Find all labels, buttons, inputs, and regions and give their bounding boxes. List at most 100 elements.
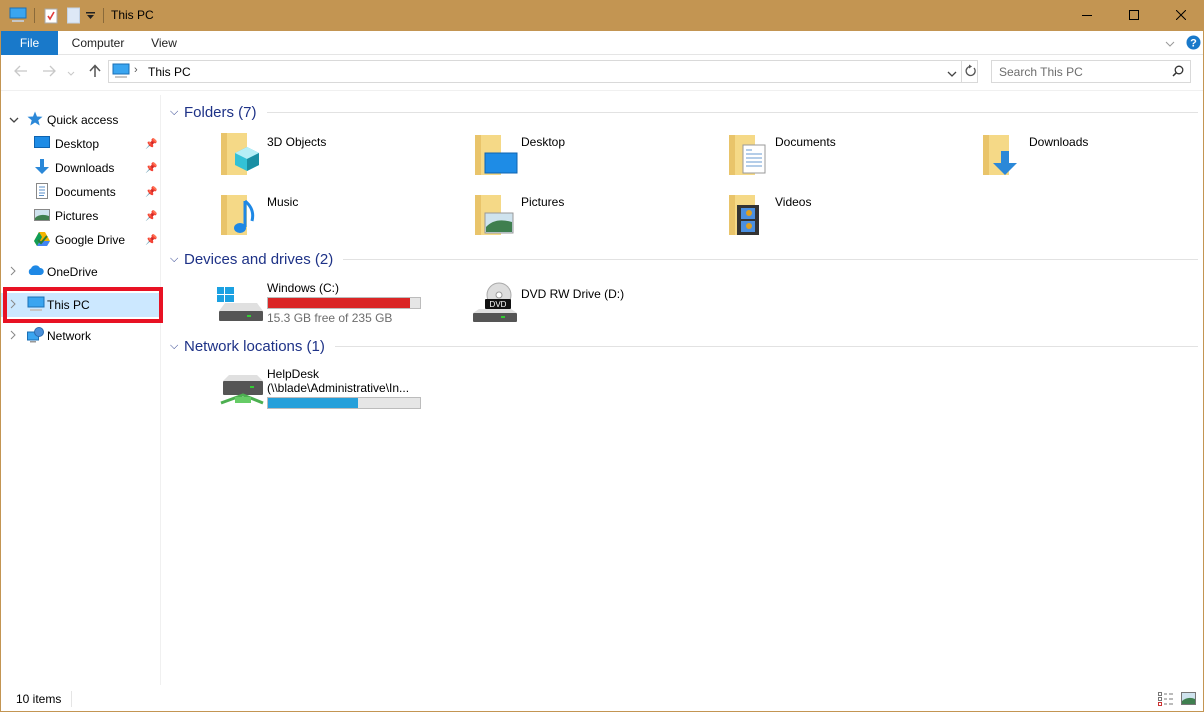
group-header-network-locations[interactable]: ⌵ Network locations (1) [170, 335, 1198, 357]
properties-icon[interactable] [44, 7, 58, 27]
collapse-chevron-icon[interactable]: ⌵ [170, 106, 184, 119]
chevron-right-icon[interactable] [10, 329, 27, 343]
folder-documents[interactable]: Documents [725, 131, 965, 187]
folder-3d-objects[interactable]: 3D Objects [217, 131, 457, 187]
chevron-right-icon[interactable] [10, 265, 27, 279]
dvd-drive-icon: DVD [471, 281, 519, 329]
recent-locations-button[interactable] [63, 62, 79, 82]
network-location-helpdesk[interactable]: HelpDesk (\\blade\Administrative\In... [217, 367, 457, 417]
computer-icon[interactable] [9, 7, 27, 26]
sidebar-item-label: Desktop [55, 137, 100, 151]
sidebar-item-label: Google Drive [55, 233, 126, 247]
collapse-chevron-icon[interactable]: ⌵ [170, 340, 184, 353]
breadcrumb-separator-icon[interactable]: › [134, 64, 138, 76]
tab-file[interactable]: File [1, 31, 58, 55]
3d-objects-folder-icon [217, 131, 265, 179]
pictures-icon [34, 208, 55, 224]
folder-name: Pictures [521, 195, 565, 209]
title-bar: This PC [1, 0, 1204, 31]
network-usage-bar [267, 397, 421, 409]
drive-windows-c[interactable]: Windows (C:) 15.3 GB free of 235 GB [217, 281, 457, 337]
svg-text:DVD: DVD [490, 300, 507, 309]
sidebar-item-label: Network [47, 329, 92, 343]
pin-icon[interactable]: 📌 [145, 163, 157, 174]
tab-view[interactable]: View [141, 31, 187, 55]
item-count: 10 items [16, 692, 62, 706]
sidebar-item-quick-access[interactable]: Quick access [1, 109, 161, 131]
folder-name: 3D Objects [267, 135, 327, 149]
group-header-folders[interactable]: ⌵ Folders (7) [170, 101, 1198, 123]
refresh-icon[interactable] [964, 64, 977, 81]
separator [34, 8, 35, 23]
folder-pictures[interactable]: Pictures [471, 191, 711, 247]
sidebar-item-google-drive[interactable]: Google Drive 📌 [1, 229, 161, 251]
sidebar-item-network[interactable]: Network [1, 325, 161, 347]
new-folder-icon[interactable] [67, 7, 80, 27]
address-bar[interactable]: › This PC [108, 60, 978, 83]
search-icon[interactable] [1172, 65, 1184, 80]
chevron-down-icon[interactable] [1165, 37, 1175, 51]
ribbon: File Computer View ? [1, 31, 1203, 55]
group-divider [343, 258, 1198, 260]
onedrive-cloud-icon [27, 265, 47, 279]
pin-icon[interactable]: 📌 [145, 235, 157, 246]
breadcrumb-this-pc[interactable]: This PC [148, 65, 191, 79]
search-placeholder: Search This PC [999, 65, 1083, 79]
sidebar-item-downloads[interactable]: Downloads 📌 [1, 157, 161, 179]
drive-free-space: 15.3 GB free of 235 GB [267, 311, 393, 325]
collapse-chevron-icon[interactable]: ⌵ [170, 253, 184, 266]
address-dropdown-icon[interactable] [947, 67, 957, 81]
network-drive-icon [217, 367, 265, 415]
customize-dropdown-icon[interactable] [86, 10, 95, 24]
close-icon [1175, 9, 1187, 23]
folder-name: Downloads [1029, 135, 1089, 149]
maximize-button[interactable] [1111, 0, 1157, 31]
folder-name: Videos [775, 195, 812, 209]
content-pane: ⌵ Folders (7) 3D Objects Desktop Documen… [162, 95, 1202, 685]
svg-text:?: ? [1190, 38, 1197, 50]
pin-icon[interactable]: 📌 [145, 139, 157, 150]
videos-folder-icon [725, 191, 773, 239]
folder-videos[interactable]: Videos [725, 191, 965, 247]
file-explorer-window: This PC File Computer View ? › This PC S… [0, 0, 1204, 712]
sidebar-item-desktop[interactable]: Desktop 📌 [1, 133, 161, 155]
back-arrow-icon [14, 64, 28, 80]
minimize-icon [1082, 9, 1092, 23]
group-title: Folders (7) [184, 103, 257, 121]
pin-icon[interactable]: 📌 [145, 187, 157, 198]
separator [103, 8, 104, 23]
tab-computer[interactable]: Computer [61, 31, 135, 55]
maximize-icon [1129, 9, 1139, 23]
group-header-devices-and-drives[interactable]: ⌵ Devices and drives (2) [170, 248, 1198, 270]
sidebar-item-pictures[interactable]: Pictures 📌 [1, 205, 161, 227]
back-button[interactable] [11, 62, 31, 82]
downloads-icon [34, 158, 55, 178]
minimize-button[interactable] [1064, 0, 1110, 31]
folder-music[interactable]: Music [217, 191, 457, 247]
network-location-name: HelpDesk [267, 367, 320, 381]
pictures-folder-icon [471, 191, 519, 239]
group-divider [266, 111, 1198, 113]
sidebar-item-label: Quick access [47, 113, 119, 127]
folder-name: Desktop [521, 135, 566, 149]
help-icon[interactable]: ? [1186, 35, 1201, 53]
computer-icon [112, 63, 130, 82]
drive-usage-fill [268, 298, 411, 308]
large-icons-view-icon[interactable] [1181, 692, 1196, 708]
details-view-icon[interactable] [1158, 692, 1174, 709]
music-folder-icon [217, 191, 265, 239]
sidebar-item-documents[interactable]: Documents 📌 [1, 181, 161, 203]
documents-folder-icon [725, 131, 773, 179]
desktop-folder-icon [471, 131, 519, 179]
pin-icon[interactable]: 📌 [145, 211, 157, 222]
drive-dvd-rw-d[interactable]: DVD DVD RW Drive (D:) [471, 281, 711, 337]
forward-button[interactable] [39, 62, 59, 82]
folder-downloads[interactable]: Downloads [979, 131, 1204, 187]
close-button[interactable] [1158, 0, 1204, 31]
folder-desktop[interactable]: Desktop [471, 131, 711, 187]
sidebar-item-onedrive[interactable]: OneDrive [1, 261, 161, 283]
search-input[interactable]: Search This PC [991, 60, 1191, 83]
up-button[interactable] [85, 62, 105, 82]
window-title: This PC [111, 8, 154, 22]
chevron-down-icon[interactable] [9, 113, 27, 127]
